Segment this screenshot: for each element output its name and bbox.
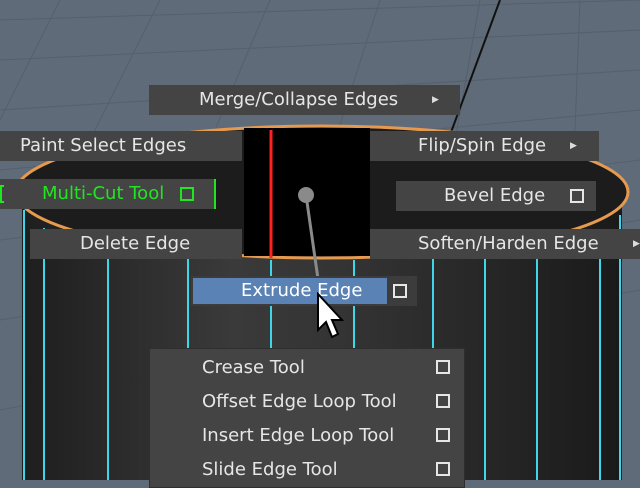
option-box-icon[interactable] — [436, 394, 450, 408]
extrude-edge-label: Extrude Edge — [241, 280, 363, 301]
offset-edge-loop-tool-item[interactable]: Offset Edge Loop Tool — [150, 385, 466, 419]
extrude-edge-item[interactable]: Extrude Edge — [191, 276, 417, 306]
slide-edge-tool-label: Slide Edge Tool — [202, 459, 338, 480]
paint-select-edges-item[interactable]: Paint Select Edges — [0, 131, 242, 161]
merge-collapse-edges-item[interactable]: Merge/Collapse Edges ▶ — [149, 85, 460, 115]
option-box-icon[interactable] — [393, 284, 407, 298]
flip-spin-edge-label: Flip/Spin Edge — [418, 135, 547, 156]
merge-collapse-edges-label: Merge/Collapse Edges — [199, 89, 399, 110]
slide-edge-tool-item[interactable]: Slide Edge Tool — [150, 453, 466, 487]
option-box-icon[interactable] — [436, 360, 450, 374]
multi-cut-tool-item[interactable]: Multi-Cut Tool — [0, 179, 216, 209]
crease-tool-item[interactable]: Crease Tool — [150, 351, 466, 385]
delete-edge-label: Delete Edge — [80, 233, 191, 254]
offset-edge-loop-tool-label: Offset Edge Loop Tool — [202, 391, 397, 412]
popup-menu: Crease Tool Offset Edge Loop Tool Insert… — [149, 348, 465, 488]
soften-harden-edge-item[interactable]: Soften/Harden Edge ▶ — [370, 229, 640, 259]
left-bracket-icon — [0, 185, 4, 203]
triangle-right-icon: ▶ — [570, 141, 577, 151]
soften-harden-edge-label: Soften/Harden Edge — [418, 233, 599, 254]
option-box-icon[interactable] — [436, 462, 450, 476]
bevel-edge-item[interactable]: Bevel Edge — [396, 181, 596, 211]
delete-edge-item[interactable]: Delete Edge — [30, 229, 242, 259]
insert-edge-loop-tool-label: Insert Edge Loop Tool — [202, 425, 395, 446]
option-box-icon[interactable] — [570, 189, 584, 203]
insert-edge-loop-tool-item[interactable]: Insert Edge Loop Tool — [150, 419, 466, 453]
option-box-icon[interactable] — [436, 428, 450, 442]
paint-select-edges-label: Paint Select Edges — [20, 135, 187, 156]
triangle-right-icon: ▶ — [633, 239, 640, 249]
triangle-right-icon: ▶ — [432, 95, 439, 105]
option-box-icon[interactable] — [180, 187, 194, 201]
bevel-edge-label: Bevel Edge — [444, 185, 546, 206]
mouse-cursor-icon — [317, 292, 344, 339]
crease-tool-label: Crease Tool — [202, 357, 305, 378]
marking-menu-center-dot — [298, 187, 314, 203]
flip-spin-edge-item[interactable]: Flip/Spin Edge ▶ — [370, 131, 599, 161]
multi-cut-tool-label: Multi-Cut Tool — [42, 183, 165, 204]
